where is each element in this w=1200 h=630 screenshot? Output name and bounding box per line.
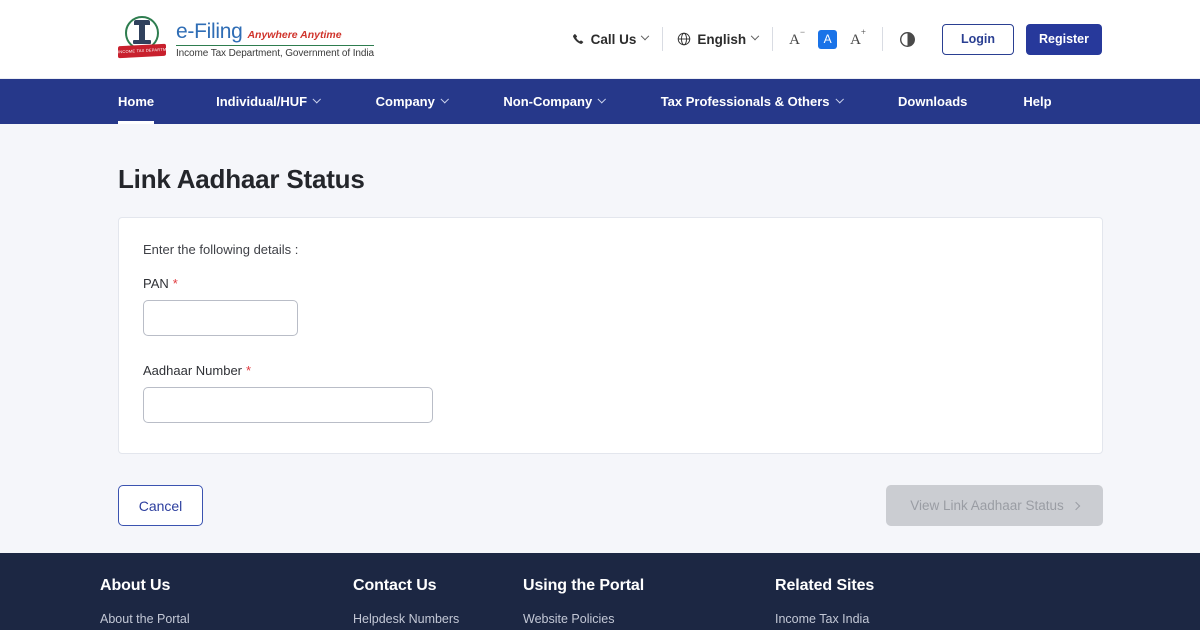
brand-department: Income Tax Department, Government of Ind… [176,48,374,60]
footer-link[interactable]: Income Tax India [775,595,874,626]
nav-item-individual-huf[interactable]: Individual/HUF [188,79,348,124]
footer-column-related-sites: Related Sites Income Tax India [775,577,874,630]
chevron-right-icon [1071,501,1081,510]
chevron-down-icon [835,94,844,103]
aadhaar-label-text: Aadhaar Number [143,363,242,378]
footer-title: Related Sites [775,577,875,594]
font-increase-button[interactable]: A+ [850,27,866,49]
nav-item-downloads[interactable]: Downloads [870,79,995,124]
brand-logo[interactable]: INCOME TAX DEPARTMENT e-Filing Anywhere … [118,15,374,63]
footer-title: Using the Portal [523,577,645,594]
phone-icon [572,33,583,44]
footer-title: Contact Us [353,577,437,594]
required-asterisk: * [246,363,252,378]
nav-label: Help [1023,94,1052,109]
nav-label: Non-Company [503,94,593,109]
nav-item-tax-professionals[interactable]: Tax Professionals & Others [633,79,870,124]
font-normal-button[interactable]: A [818,29,838,49]
call-us-label: Call Us [590,31,637,47]
contrast-toggle-button[interactable] [883,31,932,48]
nav-item-help[interactable]: Help [995,79,1079,124]
required-asterisk: * [172,276,178,291]
font-increase-label: A [850,31,861,48]
footer-column-using-the-portal: Using the Portal Website Policies [523,577,775,630]
cancel-button[interactable]: Cancel [118,485,203,526]
font-decrease-label: A [789,31,800,48]
pan-label-text: PAN [143,276,169,291]
language-label: English [697,31,747,47]
main-navigation: Home Individual/HUF Company Non-Company … [0,79,1200,124]
footer-column-about-us: About Us About the Portal [100,577,353,630]
nav-item-home[interactable]: Home [118,79,188,124]
brand-tagline: Anywhere Anytime [247,28,342,41]
call-us-dropdown[interactable]: Call Us [558,32,663,47]
site-header: INCOME TAX DEPARTMENT e-Filing Anywhere … [0,0,1200,79]
chevron-down-icon [440,94,449,103]
footer-title: About Us [100,577,171,594]
footer-link[interactable]: About the Portal [100,595,353,626]
aadhaar-label: Aadhaar Number * [143,363,1078,387]
field-spacer [143,336,1078,363]
chevron-down-icon [750,31,760,41]
header-tools: Call Us English A− A A+ Login Register [558,23,1102,55]
chevron-down-icon [641,31,650,41]
chevron-down-icon [312,94,321,103]
nav-label: Individual/HUF [216,94,308,109]
font-normal-label: A [823,32,832,46]
nav-label: Home [118,94,155,109]
chevron-down-icon [598,94,606,103]
form-actions: Cancel View Link Aadhaar Status [118,454,1103,526]
emblem-caption: INCOME TAX DEPARTMENT [118,46,176,55]
submit-label: View Link Aadhaar Status [910,498,1064,513]
main-content: Link Aadhaar Status Enter the following … [0,124,1200,526]
footer-column-contact-us: Contact Us Helpdesk Numbers [353,577,523,630]
brand-title: e-Filing [176,19,243,43]
nav-label: Tax Professionals & Others [660,94,830,109]
view-link-aadhaar-status-button[interactable]: View Link Aadhaar Status [886,485,1103,526]
national-emblem-icon: INCOME TAX DEPARTMENT [118,15,176,63]
footer-link[interactable]: Website Policies [523,595,775,626]
nav-label: Downloads [898,94,968,109]
form-hint: Enter the following details : [143,242,299,257]
pan-field-group: PAN * [143,276,1078,336]
site-footer: About Us About the Portal Contact Us Hel… [0,553,1200,630]
font-decrease-button[interactable]: A− [789,27,805,49]
nav-item-company[interactable]: Company [348,79,476,124]
nav-item-non-company[interactable]: Non-Company [475,79,632,124]
language-dropdown[interactable]: English [663,32,772,47]
globe-icon [678,32,691,46]
footer-link[interactable]: Helpdesk Numbers [353,595,523,626]
login-button[interactable]: Login [942,23,1014,55]
nav-label: Company [375,94,435,109]
font-size-controls: A− A A+ [773,27,882,49]
contrast-icon [900,31,915,47]
aadhaar-field-group: Aadhaar Number * [143,363,1078,423]
aadhaar-input[interactable] [143,387,433,423]
page-title: Link Aadhaar Status [118,164,365,194]
pan-label: PAN * [143,276,1078,300]
pan-input[interactable] [143,300,298,336]
link-aadhaar-form-card: Enter the following details : PAN * Aadha… [118,217,1103,454]
register-button[interactable]: Register [1026,23,1102,55]
brand-divider [176,44,374,47]
